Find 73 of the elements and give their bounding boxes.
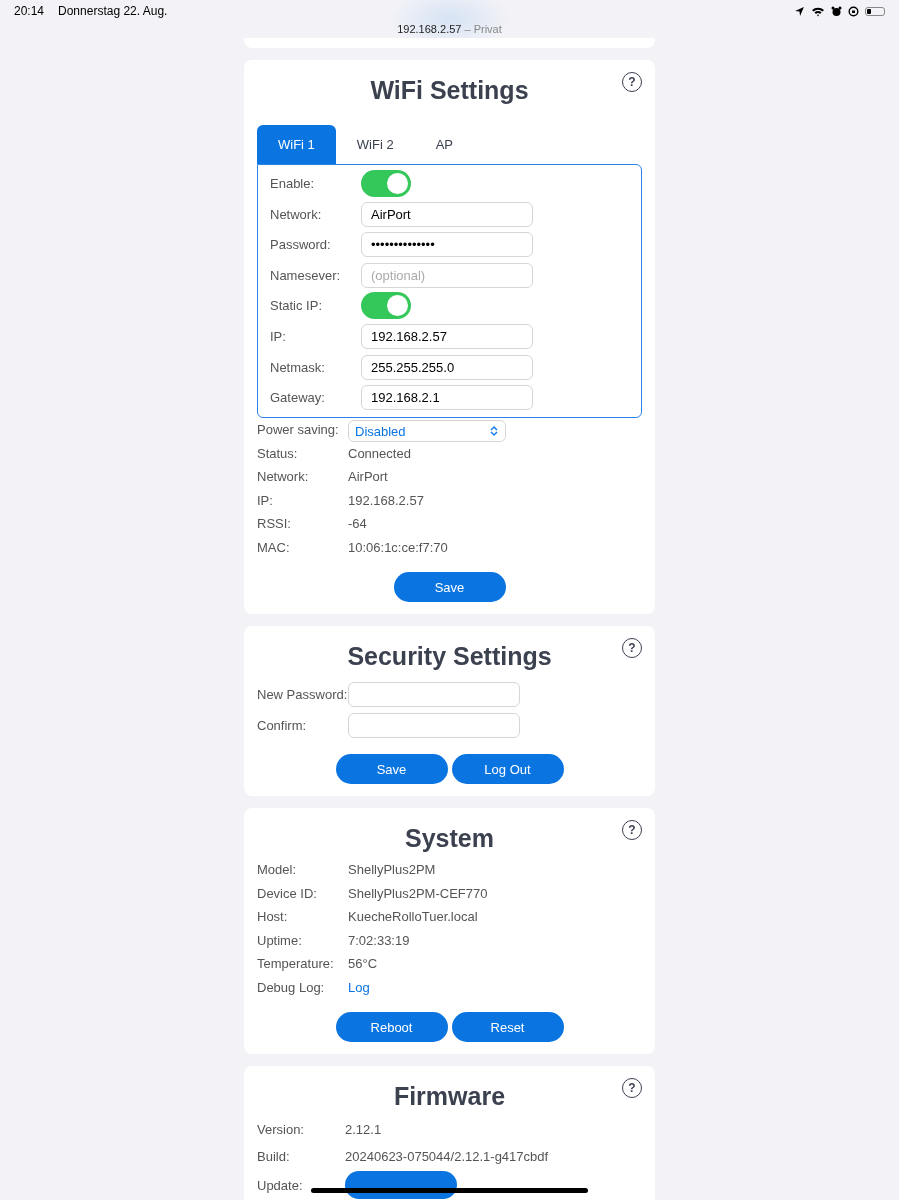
info-value: 10:06:1c:ce:f7:70 <box>348 539 448 555</box>
help-button[interactable]: ? <box>622 1078 642 1098</box>
help-button[interactable]: ? <box>622 820 642 840</box>
field-label: New Password: <box>257 687 348 702</box>
log-link[interactable]: Log <box>348 979 370 995</box>
save-button[interactable]: Save <box>393 572 506 602</box>
toggle-switch[interactable] <box>361 292 411 320</box>
input-field[interactable]: 255.255.255.0 <box>361 354 533 380</box>
field-label: Network: <box>270 206 323 222</box>
chevron-up-down-icon <box>489 425 499 438</box>
info-value: 56°C <box>348 956 378 972</box>
info-value: -64 <box>348 516 367 532</box>
info-value: ShellyPlus2PM <box>348 862 436 878</box>
battery-icon <box>865 6 885 16</box>
info-label: Update: <box>257 1177 304 1193</box>
reset-button[interactable]: Reset <box>451 1012 564 1042</box>
status-date: Donnerstag 22. Aug. <box>58 4 168 18</box>
info-label: Model: <box>257 862 298 878</box>
info-label: RSSI: <box>257 516 292 532</box>
field-label: Password: <box>270 237 332 253</box>
help-button[interactable]: ? <box>622 638 642 658</box>
field-label: Gateway: <box>270 390 326 406</box>
card-title: Security Settings <box>347 642 552 672</box>
info-value: KuecheRolloTuer.local <box>348 909 478 925</box>
field-label: Static IP: <box>270 298 324 314</box>
field-label: IP: <box>270 329 287 345</box>
info-value: 20240623-075044/2.12.1-g417cbdf <box>345 1149 549 1164</box>
status-time: 20:14 <box>14 4 45 18</box>
tab[interactable]: WiFi 2 <box>335 125 415 164</box>
address-bar[interactable]: 192.168.2.57 – Privat <box>0 23 899 35</box>
info-label: Host: <box>257 909 289 925</box>
card-title: WiFi Settings <box>370 76 529 106</box>
field-label: Enable: <box>270 176 316 191</box>
card-title: System <box>405 824 494 854</box>
info-value: Connected <box>348 445 411 461</box>
toggle-switch[interactable] <box>361 170 411 197</box>
info-value: 7:02:33:19 <box>348 932 410 948</box>
info-value: AirPort <box>348 469 388 485</box>
tab[interactable]: AP <box>414 125 475 164</box>
info-label: Debug Log: <box>257 979 326 995</box>
field-label: Confirm: <box>257 718 308 733</box>
info-label: MAC: <box>257 539 291 555</box>
input-field[interactable]: 192.168.2.1 <box>361 385 533 411</box>
input-field[interactable]: (optional) <box>361 262 533 288</box>
info-value: 2.12.1 <box>345 1122 382 1137</box>
input-field[interactable]: AirPort <box>361 201 533 227</box>
info-label: Version: <box>257 1122 305 1137</box>
input-field[interactable]: •••••••••••••• <box>361 232 533 258</box>
tab[interactable]: WiFi 1 <box>257 125 336 164</box>
rotation-lock-icon <box>848 5 859 17</box>
card-title: Firmware <box>393 1082 506 1112</box>
info-label: Network: <box>257 469 310 485</box>
info-label: Uptime: <box>257 932 303 948</box>
info-label: Temperature: <box>257 956 335 972</box>
info-value: ShellyPlus2PM-CEF770 <box>348 885 488 901</box>
info-label: IP: <box>257 492 274 508</box>
power-saving-dropdown[interactable]: Disabled <box>348 420 506 443</box>
log-out-button[interactable]: Log Out <box>451 754 564 784</box>
field-label: Power saving: <box>257 422 340 438</box>
reboot-button[interactable]: Reboot <box>335 1012 448 1042</box>
info-label: Device ID: <box>257 885 318 901</box>
password-field[interactable] <box>348 682 520 707</box>
field-label: Netmask: <box>270 359 326 375</box>
help-button[interactable]: ? <box>622 72 642 92</box>
password-field[interactable] <box>348 713 520 738</box>
info-label: Build: <box>257 1149 291 1164</box>
wifi-icon <box>811 5 825 17</box>
info-label: Status: <box>257 445 299 461</box>
field-label: Namesever: <box>270 267 342 283</box>
input-field[interactable]: 192.168.2.57 <box>361 324 533 350</box>
save-button[interactable]: Save <box>335 754 448 784</box>
location-icon <box>794 5 805 17</box>
info-value: 192.168.2.57 <box>348 492 424 508</box>
